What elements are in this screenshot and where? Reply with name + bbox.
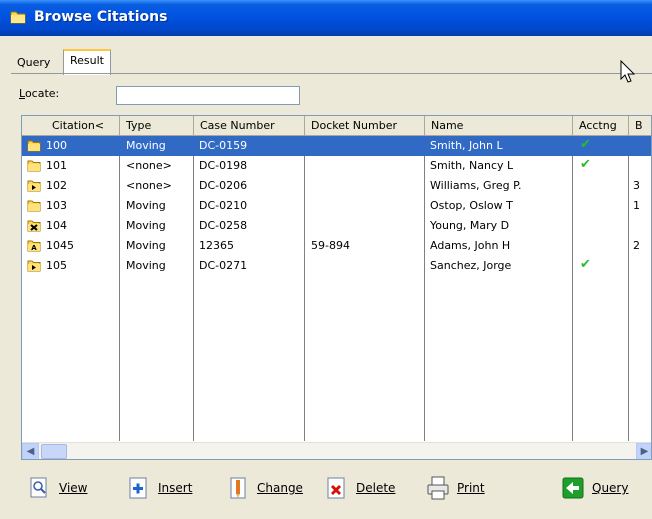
magnifier-icon (27, 475, 53, 501)
locate-input[interactable] (116, 86, 300, 105)
cell-name: Williams, Greg P. (430, 179, 522, 192)
window-body: Query Result Locate: Citation< Type Case… (0, 36, 652, 519)
cell-citation: 100 (46, 139, 67, 152)
folder-icon (27, 159, 41, 172)
cell-type: <none> (126, 179, 172, 192)
folder-icon (27, 139, 41, 152)
col-header-docket-number[interactable]: Docket Number (305, 116, 425, 136)
table-row[interactable]: 105 Moving DC-0271 Sanchez, Jorge ✔ (22, 256, 651, 276)
scroll-right-button[interactable]: ▶ (636, 443, 651, 459)
cell-type: Moving (126, 259, 166, 272)
query-label: Query (592, 481, 629, 495)
scroll-left-button[interactable]: ◀ (22, 443, 39, 459)
cell-citation: 102 (46, 179, 67, 192)
cell-type: Moving (126, 239, 166, 252)
cell-type: <none> (126, 159, 172, 172)
cell-citation: 101 (46, 159, 67, 172)
insert-button[interactable]: Insert (126, 470, 192, 506)
scroll-thumb[interactable] (41, 444, 67, 459)
cell-citation: 104 (46, 219, 67, 232)
cell-case-number: DC-0206 (199, 179, 248, 192)
table-row[interactable]: 103 Moving DC-0210 Ostop, Oslow T 1 (22, 196, 651, 216)
table-row[interactable]: 101 <none> DC-0198 Smith, Nancy L ✔ (22, 156, 651, 176)
cell-docket-number: 59-894 (311, 239, 350, 252)
folder-x-icon (27, 219, 41, 232)
back-arrow-icon (560, 475, 586, 501)
tab-divider (11, 73, 652, 74)
locate-label: Locate: (19, 87, 60, 100)
cell-case-number: 12365 (199, 239, 234, 252)
table-row[interactable]: 100 Moving DC-0159 Smith, John L ✔ (22, 136, 651, 156)
print-button[interactable]: Print (425, 470, 485, 506)
folder-icon (10, 10, 26, 28)
col-header-citation[interactable]: Citation< (22, 116, 120, 136)
change-button[interactable]: Change (225, 470, 303, 506)
cell-b: 3 (633, 179, 640, 192)
table-row[interactable]: 102 <none> DC-0206 Williams, Greg P. 3 (22, 176, 651, 196)
cell-acctng: ✔ (580, 137, 591, 152)
col-header-case-number[interactable]: Case Number (194, 116, 305, 136)
cell-acctng: ✔ (580, 257, 591, 272)
cell-type: Moving (126, 139, 166, 152)
cell-type: Moving (126, 199, 166, 212)
folder-arrow-icon (27, 179, 41, 192)
delete-icon (324, 475, 350, 501)
view-button[interactable]: View (27, 470, 87, 506)
cell-b: 2 (633, 239, 640, 252)
window-title: Browse Citations (34, 9, 168, 25)
table-row[interactable]: A 1045 Moving 12365 59-894 Adams, John H 2 (22, 236, 651, 256)
insert-label: Insert (158, 481, 193, 495)
cell-type: Moving (126, 219, 166, 232)
view-label: View (59, 481, 88, 495)
mouse-pointer-icon (620, 59, 636, 87)
cell-name: Young, Mary D (430, 219, 510, 232)
printer-icon (425, 475, 451, 501)
cell-citation: 105 (46, 259, 67, 272)
cell-case-number: DC-0210 (199, 199, 248, 212)
folder-icon (27, 199, 41, 212)
change-icon (225, 475, 251, 501)
results-grid[interactable]: Citation< Type Case Number Docket Number… (21, 115, 652, 460)
grid-header: Citation< Type Case Number Docket Number… (22, 116, 651, 136)
cell-citation: 1045 (46, 239, 74, 252)
col-header-acctng[interactable]: Acctng (573, 116, 629, 136)
toolbar: View Insert Change Delete Print Query (0, 468, 652, 508)
cell-case-number: DC-0271 (199, 259, 248, 272)
query-button[interactable]: Query (560, 470, 628, 506)
cell-name: Ostop, Oslow T (430, 199, 513, 212)
folder-a-icon: A (27, 239, 41, 252)
svg-text:A: A (31, 244, 37, 252)
change-label: Change (257, 481, 303, 495)
cell-case-number: DC-0258 (199, 219, 248, 232)
folder-arrow-icon (27, 259, 41, 272)
cell-name: Sanchez, Jorge (430, 259, 512, 272)
cell-acctng: ✔ (580, 157, 591, 172)
col-header-type[interactable]: Type (120, 116, 194, 136)
table-row[interactable]: 104 Moving DC-0258 Young, Mary D (22, 216, 651, 236)
tab-query[interactable]: Query (11, 53, 56, 73)
cell-case-number: DC-0198 (199, 159, 248, 172)
title-bar[interactable]: Browse Citations (0, 0, 652, 36)
col-header-name[interactable]: Name (425, 116, 573, 136)
delete-label: Delete (356, 481, 396, 495)
cell-name: Smith, John L (430, 139, 503, 152)
tab-result[interactable]: Result (63, 49, 111, 75)
delete-button[interactable]: Delete (324, 470, 395, 506)
insert-icon (126, 475, 152, 501)
col-header-b[interactable]: B (629, 116, 651, 136)
cell-name: Smith, Nancy L (430, 159, 514, 172)
horizontal-scrollbar[interactable]: ◀ ▶ (22, 442, 651, 459)
cell-citation: 103 (46, 199, 67, 212)
cell-case-number: DC-0159 (199, 139, 248, 152)
cell-b: 1 (633, 199, 640, 212)
print-label: Print (457, 481, 485, 495)
cell-name: Adams, John H (430, 239, 511, 252)
